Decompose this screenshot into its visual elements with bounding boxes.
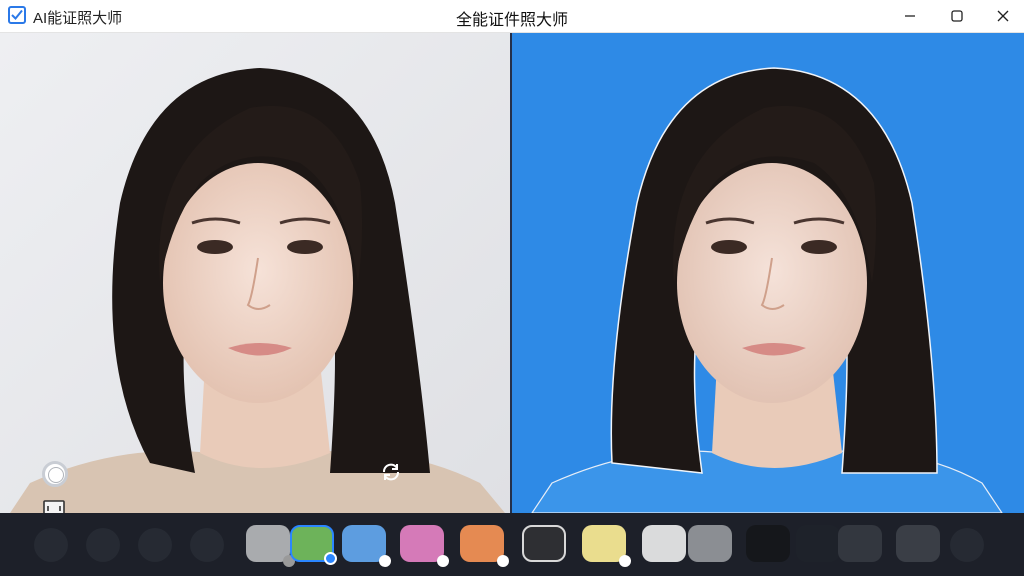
- color-swatch[interactable]: [746, 525, 790, 562]
- faded-swatch-placeholder: [86, 528, 120, 562]
- maximize-icon: [951, 10, 963, 22]
- faded-swatch-placeholder: [190, 528, 224, 562]
- window-title: 全能证件照大师: [455, 12, 568, 29]
- color-swatch[interactable]: [796, 525, 840, 562]
- color-swatch[interactable]: [582, 525, 631, 567]
- color-swatch[interactable]: [246, 525, 295, 567]
- original-portrait-image: [0, 33, 510, 513]
- swatch-dot: [497, 555, 509, 567]
- processed-photo-pane[interactable]: [512, 33, 1024, 513]
- faded-swatch-placeholder: [950, 528, 984, 562]
- color-swatch[interactable]: [460, 525, 509, 567]
- swatch-dot: [619, 555, 631, 567]
- faded-swatch-placeholder: [138, 528, 172, 562]
- maximize-button[interactable]: [934, 0, 980, 32]
- color-swatch[interactable]: [896, 525, 940, 562]
- swatch-dot: [437, 555, 449, 567]
- close-icon: [997, 10, 1009, 22]
- minimize-icon: [905, 15, 915, 17]
- original-photo-pane[interactable]: [0, 33, 510, 513]
- color-swatch[interactable]: [688, 525, 732, 562]
- color-swatch[interactable]: [290, 525, 337, 565]
- title-bar: AI能证照大师 全能证件照大师: [0, 0, 1024, 33]
- close-button[interactable]: [980, 0, 1024, 32]
- color-swatch[interactable]: [642, 525, 686, 562]
- color-swatch[interactable]: [400, 525, 449, 567]
- circle-brush-icon[interactable]: [42, 461, 68, 487]
- frame-icon[interactable]: [42, 497, 66, 513]
- minimize-button[interactable]: [887, 0, 933, 32]
- background-color-toolbar: [0, 513, 1024, 576]
- selected-indicator-dot: [324, 552, 337, 565]
- faded-swatch-placeholder: [34, 528, 68, 562]
- swatch-dot: [379, 555, 391, 567]
- rotate-icon[interactable]: [380, 461, 402, 483]
- processed-portrait-image: [512, 33, 1024, 513]
- color-swatch[interactable]: [522, 525, 566, 562]
- color-swatch[interactable]: [342, 525, 391, 567]
- color-swatch[interactable]: [838, 525, 882, 562]
